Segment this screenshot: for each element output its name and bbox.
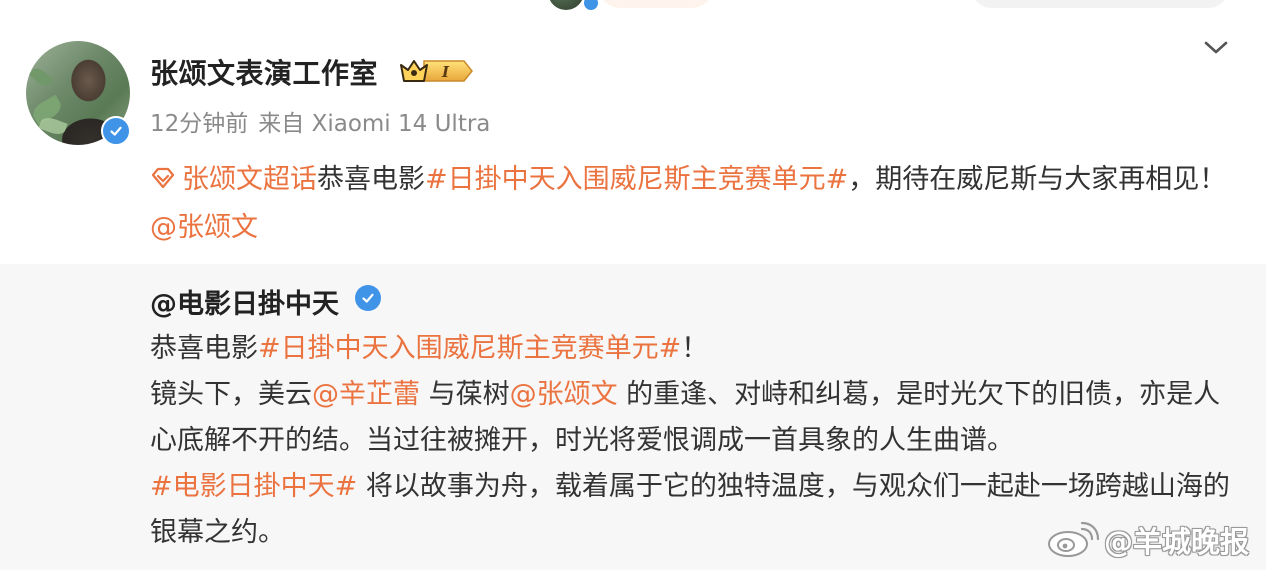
repost-line: 镜头下，美云@辛芷蕾 与葆树@张颂文 的重逢、对峙和纠葛，是时光欠下的旧债，亦是… [150, 372, 1240, 464]
post-text-part: 恭喜电影 [317, 164, 425, 195]
chevron-down-icon[interactable] [1202, 37, 1230, 59]
supertopic-icon [151, 167, 175, 189]
top-remnant [0, 0, 1266, 12]
hashtag-link[interactable]: #日掛中天入围威尼斯主竞赛单元# [425, 164, 848, 195]
repost-text-part: 与葆树 [420, 379, 510, 410]
vip-level: I [441, 63, 450, 81]
post-text-part: ，期待在威尼斯与大家再相见！ [848, 164, 1227, 195]
post-text: 张颂文超话恭喜电影#日掛中天入围威尼斯主竞赛单元#，期待在威尼斯与大家再相见！ … [150, 156, 1230, 252]
previous-verified-icon [582, 0, 600, 12]
weibo-logo-icon [1048, 521, 1100, 557]
post-time[interactable]: 12分钟前 [150, 111, 248, 137]
verified-icon [355, 285, 381, 311]
verified-icon [101, 116, 131, 146]
watermark: @羊城晚报 [1046, 518, 1249, 562]
post-source: 来自 Xiaomi 14 Ultra [258, 111, 491, 137]
repost-author[interactable]: @电影日掛中天 [150, 282, 339, 321]
supertopic-link[interactable]: 张颂文超话 [182, 164, 317, 195]
previous-avatar[interactable] [548, 0, 584, 10]
repost-text-part: ！ [681, 333, 709, 364]
hashtag-link[interactable]: #电影日掛中天# [150, 471, 357, 502]
vip-crown-icon[interactable]: I [398, 55, 474, 87]
mention-link[interactable]: @辛芷蕾 [312, 379, 420, 410]
previous-search-pill[interactable] [972, 0, 1228, 8]
repost-line: 恭喜电影#日掛中天入围威尼斯主竞赛单元#！ [150, 326, 1240, 372]
author-name[interactable]: 张颂文表演工作室 [150, 52, 378, 92]
watermark-text: @羊城晚报 [1104, 525, 1250, 559]
repost-text-part: 镜头下，美云 [150, 379, 312, 410]
previous-pill-button[interactable] [600, 0, 712, 8]
mention-link[interactable]: @张颂文 [150, 212, 258, 243]
post-meta: 12分钟前 来自 Xiaomi 14 Ultra [150, 104, 490, 138]
mention-link[interactable]: @张颂文 [510, 379, 618, 410]
hashtag-link[interactable]: #日掛中天入围威尼斯主竞赛单元# [258, 333, 681, 364]
repost-text-part: 恭喜电影 [150, 333, 258, 364]
